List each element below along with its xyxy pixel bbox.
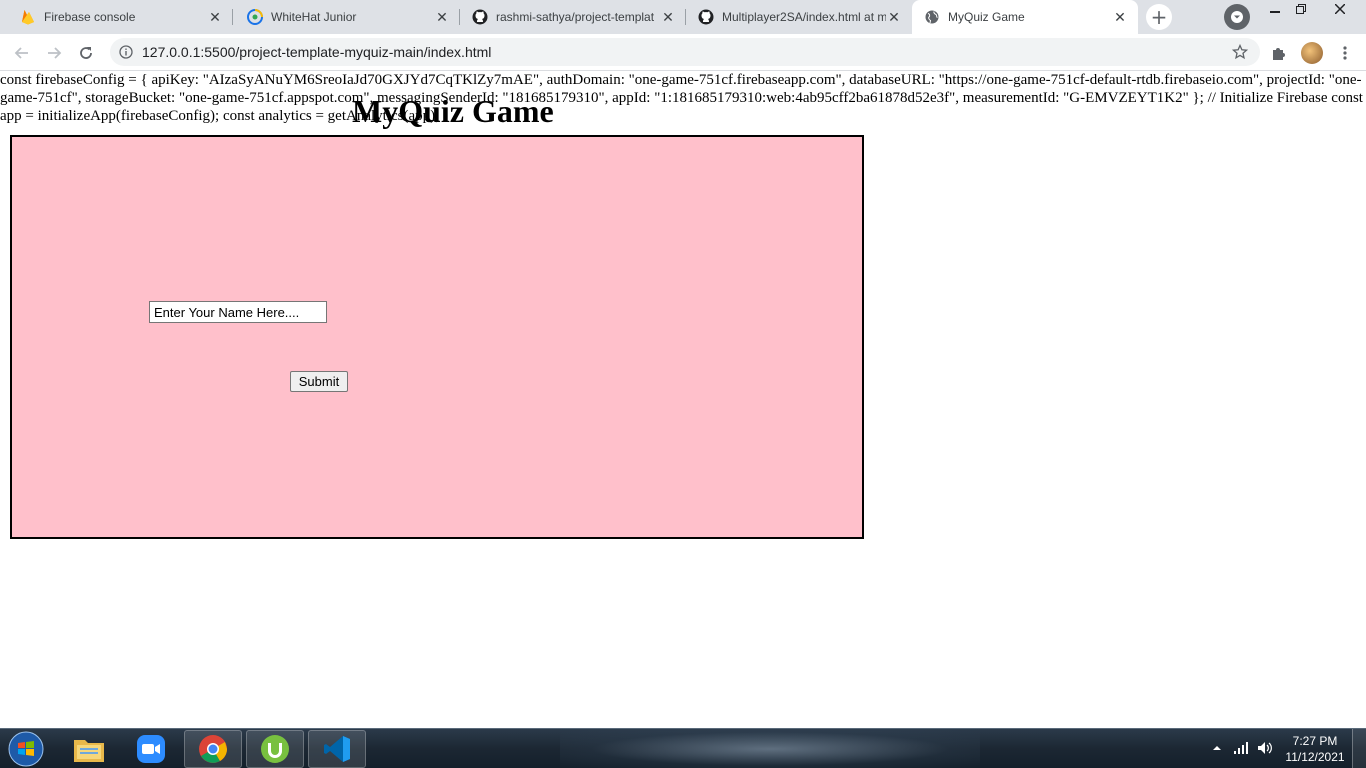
tab-firebase-console[interactable]: Firebase console ✕ — [0, 0, 233, 34]
network-signal-icon[interactable] — [1232, 739, 1250, 757]
tab-multiplayer[interactable]: Multiplayer2SA/index.html at m ✕ — [686, 0, 912, 34]
zoom-icon[interactable] — [122, 730, 180, 768]
show-desktop-button[interactable] — [1352, 729, 1366, 768]
minimize-button[interactable] — [1261, 0, 1289, 18]
close-icon[interactable]: ✕ — [660, 9, 676, 25]
close-icon[interactable]: ✕ — [1112, 9, 1128, 25]
tab-strip: Firebase console ✕ WhiteHat Junior ✕ ras… — [0, 0, 1366, 34]
file-explorer-icon[interactable] — [60, 730, 118, 768]
taskbar-wallpaper-glow — [560, 729, 980, 768]
menu-button[interactable] — [1335, 43, 1355, 63]
globe-icon — [924, 9, 940, 25]
back-button[interactable] — [9, 40, 35, 66]
chrome-icon[interactable] — [184, 730, 242, 768]
firebase-config-text: const firebaseConfig = { apiKey: "AIzaSy… — [0, 72, 1363, 124]
reload-button[interactable] — [73, 40, 99, 66]
more-vertical-icon — [1343, 46, 1347, 60]
windows-logo-icon — [8, 731, 44, 767]
bookmark-star-icon[interactable] — [1232, 44, 1248, 60]
clock-time: 7:27 PM — [1292, 734, 1338, 748]
volume-icon[interactable] — [1256, 739, 1274, 757]
close-icon — [1335, 4, 1345, 14]
close-icon[interactable]: ✕ — [886, 9, 902, 25]
tab-title: rashmi-sathya/project-templat — [496, 10, 655, 24]
tab-myquiz-game[interactable]: MyQuiz Game ✕ — [912, 0, 1138, 34]
info-icon[interactable] — [118, 44, 134, 60]
browser-toolbar: 127.0.0.1:5500/project-template-myquiz-m… — [0, 34, 1366, 71]
name-input[interactable] — [149, 301, 327, 323]
firebase-icon — [20, 9, 36, 25]
plus-icon: + — [1150, 5, 1168, 29]
tab-title: WhiteHat Junior — [271, 10, 357, 24]
tab-title: Firebase console — [44, 10, 136, 24]
whitehat-icon — [247, 9, 263, 25]
tab-whitehat-junior[interactable]: WhiteHat Junior ✕ — [233, 0, 460, 34]
show-hidden-icons-chevron-up-icon[interactable] — [1208, 739, 1226, 757]
tab-search-button[interactable] — [1224, 4, 1250, 30]
restore-button[interactable] — [1287, 0, 1315, 18]
game-canvas[interactable] — [10, 135, 864, 539]
address-bar[interactable]: 127.0.0.1:5500/project-template-myquiz-m… — [110, 38, 1260, 66]
tab-project-template[interactable]: rashmi-sathya/project-templat ✕ — [460, 0, 686, 34]
minimize-icon — [1270, 11, 1280, 13]
vscode-icon[interactable] — [308, 730, 366, 768]
close-window-button[interactable] — [1326, 0, 1354, 18]
page-content: const firebaseConfig = { apiKey: "AIzaSy… — [0, 71, 1366, 728]
puzzle-icon — [1273, 48, 1285, 60]
chevron-down-icon — [1231, 11, 1243, 23]
url-text: 127.0.0.1:5500/project-template-myquiz-m… — [142, 44, 492, 60]
back-arrow-icon — [14, 47, 28, 59]
taskbar: 7:27 PM 11/12/2021 — [0, 728, 1366, 768]
github-icon — [472, 9, 488, 25]
close-icon[interactable]: ✕ — [434, 9, 450, 25]
system-clock[interactable]: 7:27 PM 11/12/2021 — [1280, 733, 1350, 765]
restore-icon — [1296, 4, 1306, 14]
submit-button[interactable]: Submit — [290, 371, 348, 392]
new-tab-button[interactable]: + — [1146, 4, 1172, 30]
extensions-button[interactable] — [1269, 43, 1289, 63]
tab-title: Multiplayer2SA/index.html at m — [722, 10, 886, 24]
forward-arrow-icon — [48, 47, 62, 59]
utorrent-icon[interactable] — [246, 730, 304, 768]
reload-icon — [80, 47, 92, 59]
page-title: MyQuiz Game — [352, 93, 554, 129]
clock-date: 11/12/2021 — [1285, 750, 1345, 764]
forward-button[interactable] — [41, 40, 67, 66]
tab-title: MyQuiz Game — [948, 10, 1025, 24]
close-icon[interactable]: ✕ — [207, 9, 223, 25]
start-button[interactable] — [6, 731, 46, 767]
avatar[interactable] — [1301, 42, 1323, 64]
github-icon — [698, 9, 714, 25]
